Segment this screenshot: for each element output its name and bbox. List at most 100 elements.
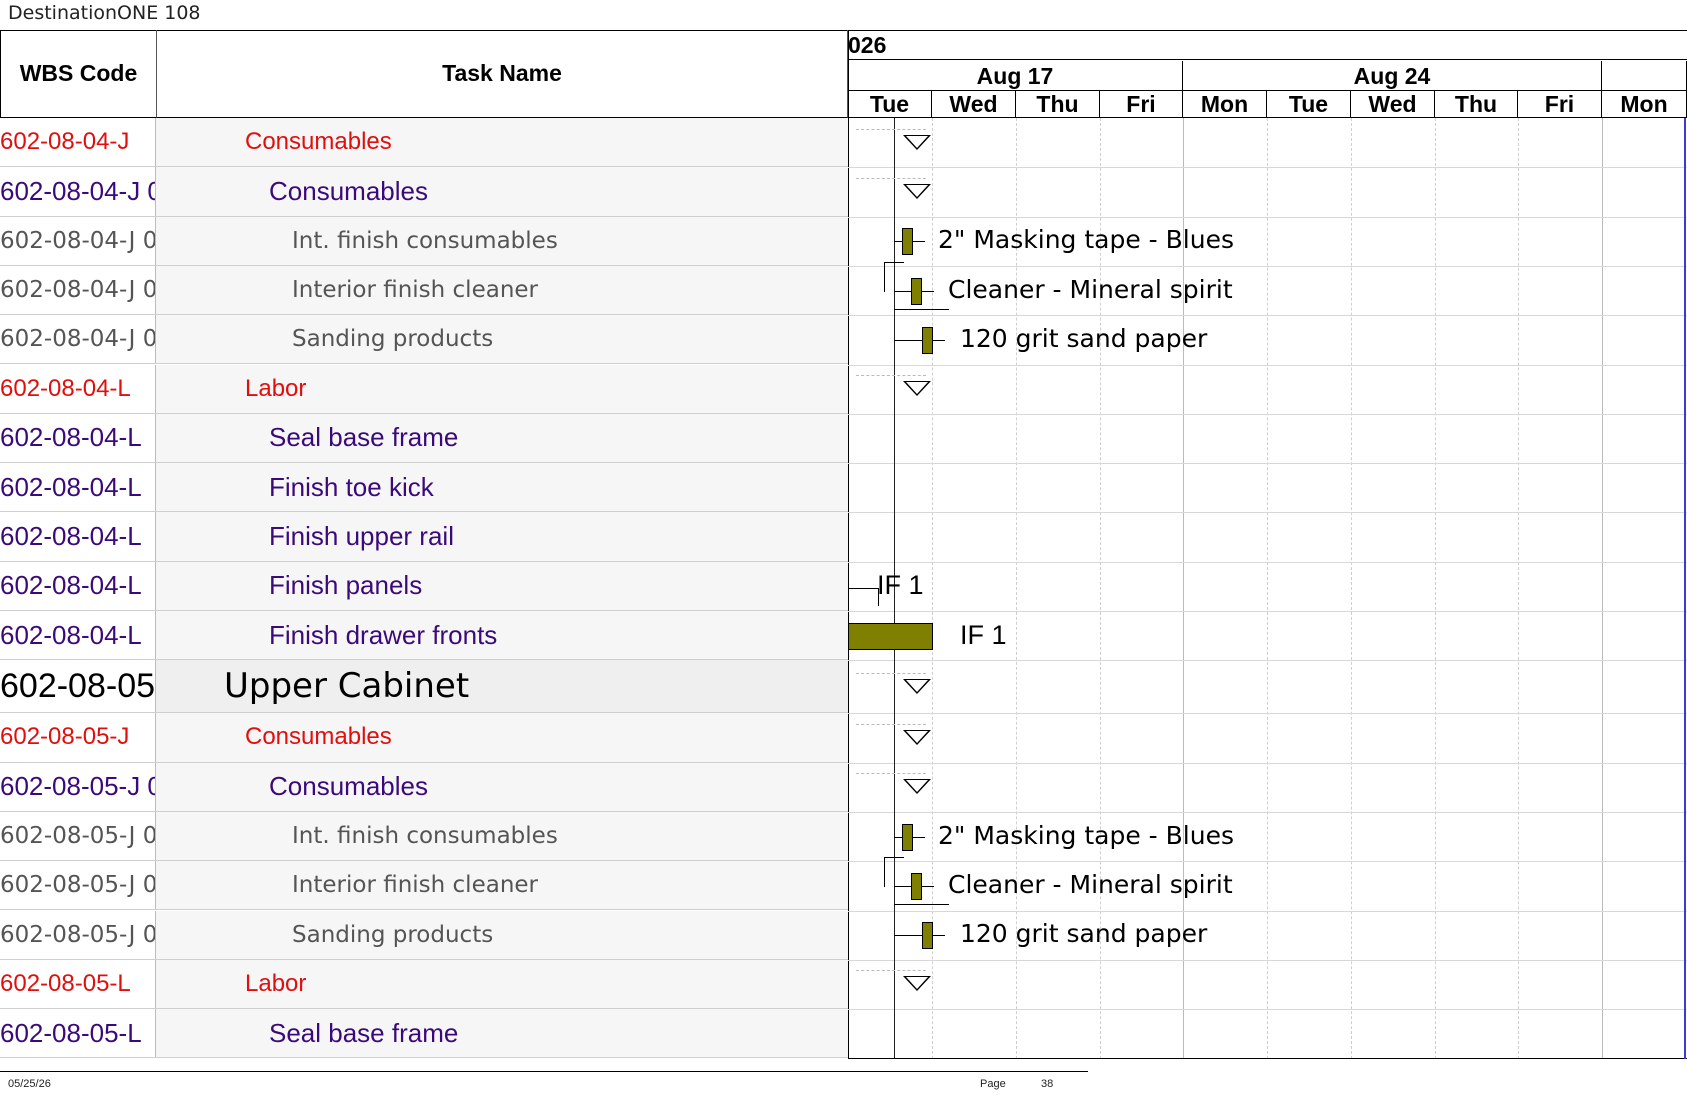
gantt-row-line bbox=[848, 660, 1687, 662]
timeline-gridline bbox=[1183, 118, 1184, 1059]
summary-bracket bbox=[856, 970, 926, 972]
task-row[interactable]: 602-08-04-L Finish drawer fronts bbox=[0, 611, 848, 661]
task-name-cell: Seal base frame bbox=[269, 422, 459, 453]
gantt-row-line bbox=[848, 265, 1687, 267]
task-row[interactable]: 602-08-04-L Finish toe kick bbox=[0, 463, 848, 513]
task-row[interactable]: 602-08-04-L Finish panels bbox=[0, 561, 848, 611]
dependency-line bbox=[913, 836, 925, 838]
task-row[interactable]: 602-08-05-L Seal base frame bbox=[0, 1009, 848, 1059]
task-name-cell: Consumables bbox=[245, 128, 392, 156]
timeline-year: 026 bbox=[848, 30, 1687, 60]
task-row[interactable]: 602-08-04-J 01 Sanding products bbox=[0, 315, 848, 365]
task-name-cell: Consumables bbox=[269, 771, 428, 802]
wbs-code-cell: 602-08-04-L bbox=[0, 413, 156, 463]
wbs-code-cell: 602-08-05 bbox=[0, 660, 156, 713]
scroll-edge[interactable] bbox=[1684, 118, 1686, 1059]
timeline-day: Fri bbox=[1100, 91, 1183, 118]
task-name-cell: Finish toe kick bbox=[269, 471, 434, 502]
task-row[interactable]: 602-08-04-J 01 Interior finish cleaner bbox=[0, 265, 848, 316]
gantt-row-line bbox=[848, 364, 1687, 366]
dependency-line bbox=[884, 261, 885, 292]
dependency-line bbox=[884, 856, 885, 887]
task-row[interactable]: 602-08-04-L Finish upper rail bbox=[0, 512, 848, 562]
gantt-bottom-border bbox=[848, 1058, 1687, 1059]
task-bar bbox=[848, 622, 933, 650]
task-name-cell: Interior finish cleaner bbox=[292, 872, 539, 899]
task-row[interactable]: 602-08-05-J 01 Int. finish consumables bbox=[0, 811, 848, 862]
summary-marker-fill bbox=[906, 780, 928, 793]
wbs-code-cell: 602-08-05-J 01 bbox=[0, 910, 156, 959]
gantt-row-line bbox=[848, 959, 1687, 961]
wbs-code-cell: 602-08-05-J 0 bbox=[0, 762, 156, 811]
timeline-day: Wed bbox=[932, 91, 1016, 118]
dependency-line bbox=[894, 836, 902, 838]
task-bar-label: Cleaner - Mineral spirit bbox=[948, 869, 1233, 899]
task-name-cell: Int. finish consumables bbox=[292, 227, 558, 254]
summary-bracket bbox=[856, 723, 926, 725]
task-bar bbox=[902, 823, 913, 851]
gantt-row-line bbox=[848, 463, 1687, 465]
task-bar-label: IF 1 bbox=[960, 619, 1007, 650]
gantt-row-line bbox=[848, 811, 1687, 813]
task-name-cell: Sanding products bbox=[292, 326, 494, 353]
timeline-day: Fri bbox=[1518, 91, 1602, 118]
dependency-line bbox=[848, 588, 878, 590]
summary-bracket bbox=[856, 672, 926, 674]
wbs-code-cell: 602-08-05-J 01 bbox=[0, 861, 156, 910]
summary-marker-fill bbox=[906, 135, 928, 148]
column-header-wbs[interactable]: WBS Code bbox=[0, 30, 157, 118]
task-row[interactable]: 602-08-04-J 0 Consumables bbox=[0, 167, 848, 217]
wbs-code-cell: 602-08-05-J bbox=[0, 713, 156, 762]
dependency-line bbox=[894, 241, 902, 243]
dependency-line bbox=[933, 339, 945, 341]
wbs-code-cell: 602-08-04-J 01 bbox=[0, 216, 156, 265]
task-name-cell: Consumables bbox=[245, 723, 392, 751]
task-name-cell: Consumables bbox=[269, 175, 428, 206]
task-row[interactable]: 602-08-04-L Seal base frame bbox=[0, 413, 848, 464]
task-bar bbox=[902, 228, 913, 256]
dependency-line bbox=[884, 261, 904, 263]
document-title: DestinationONE 108 bbox=[8, 2, 201, 24]
summary-bracket bbox=[856, 375, 926, 377]
task-row[interactable]: 602-08-05-L Labor bbox=[0, 959, 848, 1010]
task-name-cell: Interior finish cleaner bbox=[292, 277, 539, 304]
column-header-task[interactable]: Task Name bbox=[157, 30, 848, 118]
wbs-code-cell: 602-08-04-J 01 bbox=[0, 265, 156, 315]
dependency-line bbox=[894, 885, 911, 887]
dependency-line bbox=[894, 903, 949, 905]
dependency-line bbox=[894, 308, 949, 310]
wbs-code-cell: 602-08-04-J 0 bbox=[0, 167, 156, 216]
dependency-line bbox=[933, 935, 945, 937]
timeline-day: Thu bbox=[1435, 91, 1518, 118]
timeline-gridline bbox=[1602, 118, 1603, 1059]
timeline-gridline bbox=[1016, 118, 1017, 1059]
column-header-task-label: Task Name bbox=[442, 60, 562, 86]
gantt-row-line bbox=[848, 167, 1687, 169]
summary-bracket bbox=[856, 128, 926, 130]
task-row[interactable]: 602-08-05-J 01 Interior finish cleaner bbox=[0, 861, 848, 911]
wbs-code-cell: 602-08-04-L bbox=[0, 463, 156, 512]
timeline-gridline bbox=[1351, 118, 1352, 1059]
gantt-row-line bbox=[848, 762, 1687, 764]
timeline-day: Mon bbox=[1602, 91, 1687, 118]
gantt-row-line bbox=[848, 315, 1687, 317]
timeline-day: Tue bbox=[1267, 91, 1351, 118]
wbs-code-cell: 602-08-04-L bbox=[0, 364, 156, 413]
task-row[interactable]: 602-08-04-J Consumables bbox=[0, 118, 848, 168]
task-bar-label: 2" Masking tape - Blues bbox=[938, 225, 1234, 255]
task-row[interactable]: 602-08-05-J Consumables bbox=[0, 713, 848, 763]
gantt-row-line bbox=[848, 561, 1687, 563]
task-row[interactable]: 602-08-04-L Labor bbox=[0, 364, 848, 414]
wbs-code-cell: 602-08-04-L bbox=[0, 512, 156, 561]
task-row[interactable]: 602-08-05 Upper Cabinet bbox=[0, 660, 848, 714]
task-bar bbox=[911, 277, 922, 305]
task-row[interactable]: 602-08-05-J 0 Consumables bbox=[0, 762, 848, 812]
task-name-cell: Finish panels bbox=[269, 570, 423, 601]
timeline-gridline bbox=[932, 118, 933, 1059]
gantt-row-line bbox=[848, 910, 1687, 912]
task-bar-label: 120 grit sand paper bbox=[960, 323, 1208, 353]
task-row[interactable]: 602-08-05-J 01 Sanding products bbox=[0, 910, 848, 960]
task-bar-label: Cleaner - Mineral spirit bbox=[948, 274, 1233, 304]
summary-marker-fill bbox=[906, 977, 928, 990]
task-row[interactable]: 602-08-04-J 01 Int. finish consumables bbox=[0, 216, 848, 266]
